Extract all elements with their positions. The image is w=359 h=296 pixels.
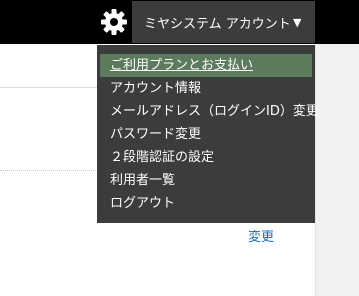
change-link[interactable]: 変更 [248,226,274,245]
dotted-divider [0,170,98,171]
chevron-down-icon: ▼ [293,16,302,29]
right-panel [315,44,359,296]
account-menu-button[interactable]: ミヤシステム アカウント ▼ [132,1,315,43]
menu-item-change-email[interactable]: メールアドレス（ログインID）変更 [100,100,319,123]
menu-item-two-factor[interactable]: ２段階認証の設定 [100,146,312,169]
right-panel-border [315,44,316,296]
menu-item-account-info[interactable]: アカウント情報 [100,77,312,100]
top-bar: ミヤシステム アカウント ▼ [0,0,359,44]
content-divider [0,87,98,88]
account-dropdown-menu: ご利用プランとお支払い アカウント情報 メールアドレス（ログインID）変更 パス… [97,45,319,223]
menu-item-change-password[interactable]: パスワード変更 [100,123,312,146]
account-label: ミヤシステム アカウント [144,16,291,32]
menu-item-logout[interactable]: ログアウト [100,192,312,215]
menu-item-plan-billing[interactable]: ご利用プランとお支払い [100,54,312,77]
gear-icon[interactable] [98,6,130,38]
menu-item-user-list[interactable]: 利用者一覧 [100,169,312,192]
